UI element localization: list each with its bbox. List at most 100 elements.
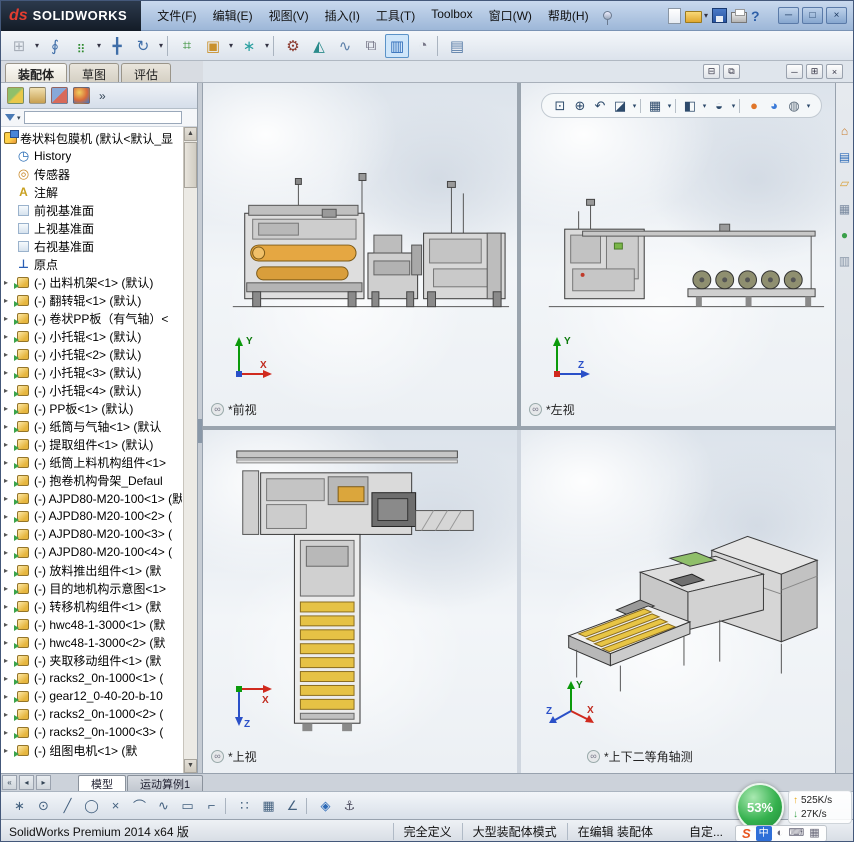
interference-detection-icon[interactable]: ⧉ xyxy=(359,34,383,58)
minimize-document-icon[interactable]: ─ xyxy=(786,64,803,79)
close-document-icon[interactable]: × xyxy=(826,64,843,79)
move-component-icon[interactable]: ╋ xyxy=(105,34,129,58)
assembly-features-icon[interactable]: ▣ xyxy=(201,34,225,58)
performance-evaluation-icon[interactable]: ◔ xyxy=(411,34,435,58)
design-library-icon[interactable]: ▤ xyxy=(837,149,853,165)
scroll-down-icon[interactable]: ▼ xyxy=(184,759,197,773)
tree-item[interactable]: ▸ (-) 组图电机<1> (默 xyxy=(1,741,182,759)
tree-item[interactable]: ▸ (-) racks2_0n-1000<1> ( xyxy=(1,669,182,687)
expand-arrow-icon[interactable]: ▸ xyxy=(4,746,13,755)
expand-arrow-icon[interactable]: ▸ xyxy=(4,350,13,359)
hide-show-items-icon[interactable]: ◒ xyxy=(710,96,728,115)
previous-view-icon[interactable]: ↶ xyxy=(591,96,609,115)
separator-icon[interactable] xyxy=(739,98,743,113)
tree-item[interactable]: ▸ 上视基准面 xyxy=(1,219,182,237)
tree-item[interactable]: ▸ (-) hwc48-1-3000<1> (默 xyxy=(1,615,182,633)
document-tab[interactable]: 模型 xyxy=(78,775,126,791)
separator-icon[interactable] xyxy=(273,35,279,56)
menu-item[interactable]: 插入(I) xyxy=(317,4,368,27)
document-tab[interactable]: 运动算例1 xyxy=(127,775,204,791)
close-button[interactable]: × xyxy=(826,7,847,24)
tree-item[interactable]: ▸ (-) AJPD80-M20-100<2> ( xyxy=(1,507,182,525)
sketch-line-icon[interactable]: ╱ xyxy=(57,795,78,816)
assembly-visualization-icon[interactable]: ▥ xyxy=(385,33,409,58)
view-palette-icon[interactable]: ▦ xyxy=(837,201,853,217)
solidworks-resources-icon[interactable]: ⌂ xyxy=(837,123,853,139)
tree-item[interactable]: ▸ (-) 转移机构组件<1> (默 xyxy=(1,597,182,615)
dropdown-arrow-icon[interactable]: ▾ xyxy=(33,34,41,58)
dropdown-arrow-icon[interactable]: ▾ xyxy=(263,34,271,58)
expand-arrow-icon[interactable]: ▸ xyxy=(4,404,13,413)
command-tab[interactable]: 评估 xyxy=(121,63,172,82)
dropdown-arrow-icon[interactable]: ▾ xyxy=(631,96,638,115)
expand-arrow-icon[interactable]: ▸ xyxy=(4,710,13,719)
first-tab-icon[interactable]: « xyxy=(2,775,17,790)
mate-icon[interactable]: ∮ xyxy=(43,34,67,58)
filter-input[interactable] xyxy=(23,111,182,124)
scroll-up-icon[interactable]: ▲ xyxy=(184,127,197,141)
maximize-button[interactable]: □ xyxy=(802,7,823,24)
expand-arrow-icon[interactable]: ▸ xyxy=(4,278,13,287)
expand-arrow-icon[interactable]: ▸ xyxy=(4,476,13,485)
sketch-grid-icon[interactable]: ▦ xyxy=(258,795,279,816)
doc-gap-icon[interactable] xyxy=(743,64,783,79)
propertymanager-icon[interactable] xyxy=(29,87,46,104)
tree-item[interactable]: ▸ 右视基准面 xyxy=(1,237,182,255)
speedball-overlay[interactable]: 53% xyxy=(736,783,784,831)
sketch-point-icon[interactable]: ∗ xyxy=(9,795,30,816)
smart-dimension-icon[interactable]: ∠ xyxy=(282,795,303,816)
edit-appearance-icon[interactable]: ● xyxy=(745,96,763,115)
expand-arrow-icon[interactable]: ▸ xyxy=(4,548,13,557)
dropdown-arrow-icon[interactable]: ▾ xyxy=(95,34,103,58)
expand-arrow-icon[interactable]: ▸ xyxy=(4,422,13,431)
tree-item[interactable]: ▸ (-) racks2_0n-1000<3> ( xyxy=(1,723,182,741)
viewport-left[interactable]: Y Z *左视 xyxy=(521,83,835,426)
section-view-icon[interactable]: ◪ xyxy=(611,96,629,115)
expand-arrow-icon[interactable]: ▸ xyxy=(4,584,13,593)
open-document-icon[interactable] xyxy=(684,11,702,23)
filter-funnel-icon[interactable] xyxy=(5,114,15,121)
scrollbar-thumb[interactable] xyxy=(184,142,197,188)
expand-arrow-icon[interactable]: ▸ xyxy=(4,386,13,395)
tree-item[interactable]: ▸ (-) 纸筒上料机构组件<1> xyxy=(1,453,182,471)
tree-item[interactable]: ▸ (-) AJPD80-M20-100<3> ( xyxy=(1,525,182,543)
minimize-button[interactable]: ─ xyxy=(778,7,799,24)
tree-item[interactable]: ▸ (-) 提取组件<1> (默认) xyxy=(1,435,182,453)
anchor-icon[interactable]: ⚓ xyxy=(339,795,360,816)
zoom-to-fit-icon[interactable]: ⊡ xyxy=(551,96,569,115)
save-icon[interactable] xyxy=(712,8,727,23)
previous-tab-icon[interactable]: ◂ xyxy=(19,775,34,790)
tree-item[interactable]: ▸ (-) 出料机架<1> (默认) xyxy=(1,273,182,291)
menu-item[interactable]: 编辑(E) xyxy=(205,4,261,27)
expand-arrow-icon[interactable]: ▸ xyxy=(4,692,13,701)
expand-arrow-icon[interactable]: ▸ xyxy=(4,440,13,449)
expand-arrow-icon[interactable]: ▸ xyxy=(4,674,13,683)
tree-item[interactable]: ▸ (-) gear12_0-40-20-b-10 xyxy=(1,687,182,705)
dropdown-arrow-icon[interactable]: ▾ xyxy=(227,34,235,58)
tree-item[interactable]: ▸ (-) 抱卷机构骨架_Defaul xyxy=(1,471,182,489)
expand-arrow-icon[interactable]: ▸ xyxy=(4,530,13,539)
tree-item[interactable]: ▸ 注解 xyxy=(1,183,182,201)
expand-arrow-icon[interactable]: ▸ xyxy=(4,296,13,305)
expand-arrow-icon[interactable]: ▸ xyxy=(4,512,13,521)
dropdown-arrow-icon[interactable]: ▾ xyxy=(666,96,673,115)
tree-item[interactable]: ▸ (-) AJPD80-M20-100<4> ( xyxy=(1,543,182,561)
viewport-top[interactable]: X Z *上视 xyxy=(203,430,517,773)
help-icon[interactable] xyxy=(751,8,765,24)
next-tab-icon[interactable]: ▸ xyxy=(36,775,51,790)
display-style-icon[interactable]: ◧ xyxy=(681,96,699,115)
expand-arrow-icon[interactable]: ▸ xyxy=(4,458,13,467)
status-custom-text[interactable]: 自定... xyxy=(689,823,723,840)
displaymanager-icon[interactable] xyxy=(73,87,90,104)
new-document-icon[interactable] xyxy=(667,7,681,24)
menu-item[interactable]: 帮助(H) xyxy=(540,4,597,27)
menu-item[interactable]: 工具(T) xyxy=(368,4,423,27)
sketch-rectangle-icon[interactable]: ▭ xyxy=(177,795,198,816)
expand-arrow-icon[interactable]: ▸ xyxy=(4,494,13,503)
appearances-scenes-icon[interactable]: ● xyxy=(837,227,853,243)
separator-icon[interactable] xyxy=(225,797,231,814)
command-tab[interactable]: 草图 xyxy=(69,63,120,82)
tree-item[interactable]: ▸ (-) 小托辊<2> (默认) xyxy=(1,345,182,363)
expand-arrow-icon[interactable]: ▸ xyxy=(4,620,13,629)
trim-entities-icon[interactable]: × xyxy=(105,795,126,816)
